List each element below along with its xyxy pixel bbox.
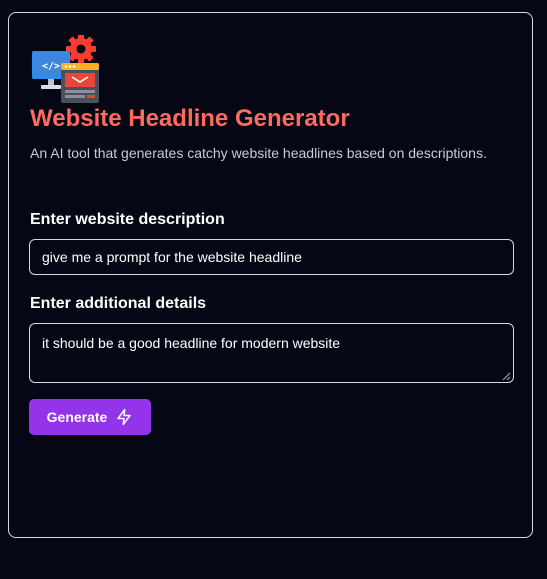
- lightning-bolt-icon: [117, 408, 132, 426]
- description-label: Enter website description: [30, 211, 225, 228]
- page-subtitle: An AI tool that generates catchy website…: [30, 145, 487, 161]
- additional-details-textarea[interactable]: it should be a good headline for modern …: [29, 323, 514, 383]
- details-label: Enter additional details: [30, 295, 207, 312]
- generator-card: </> Website Headline Generator An AI too…: [8, 12, 533, 538]
- web-development-gear-icon: </>: [32, 35, 99, 103]
- resize-grip-icon[interactable]: [501, 371, 511, 381]
- generate-button-label: Generate: [46, 409, 108, 425]
- generate-button[interactable]: Generate: [29, 399, 151, 435]
- page-title: Website Headline Generator: [30, 105, 350, 132]
- svg-text:</>: </>: [42, 61, 60, 72]
- website-description-input[interactable]: [29, 239, 514, 275]
